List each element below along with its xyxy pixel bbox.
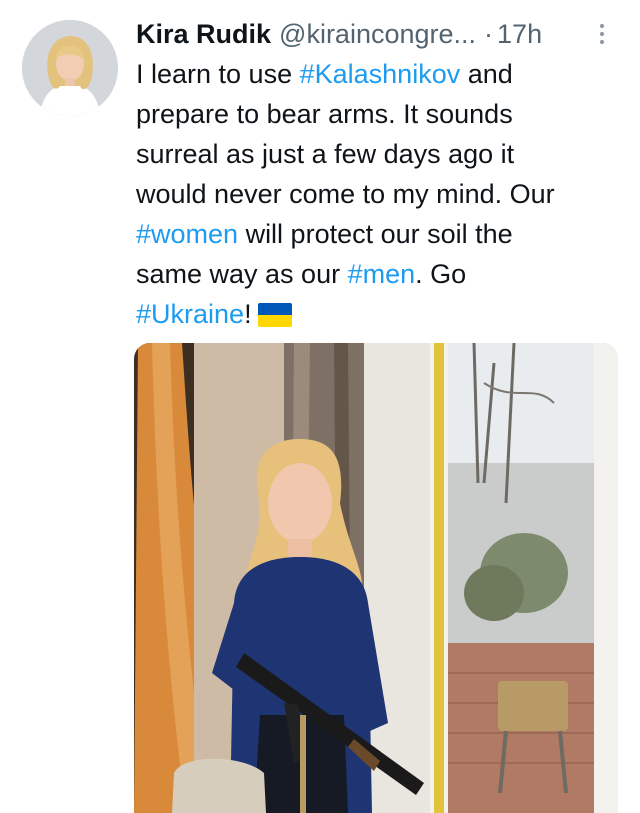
hashtag-link[interactable]: #women: [136, 219, 238, 249]
tweet-text-line: would never come to my mind. Our: [136, 174, 606, 214]
tweet-text-line: surreal as just a few days ago it: [136, 134, 606, 174]
tweet-text-line: #women will protect our soil the: [136, 214, 606, 254]
tweet-text-line: prepare to bear arms. It sounds: [136, 94, 606, 134]
tweet-text-segment: . Go: [415, 259, 467, 289]
hashtag-link[interactable]: #men: [348, 259, 416, 289]
avatar-image: [22, 20, 118, 116]
tweet-text-line: same way as our #men. Go: [136, 254, 606, 294]
tweet-text-line: #Ukraine!: [136, 294, 606, 334]
tweet-text-segment: surreal as just a few days ago it: [136, 139, 515, 169]
tweet-header: Kira Rudik @kiraincongre... · 17h: [136, 14, 616, 54]
tweet-text-segment: same way as our: [136, 259, 348, 289]
tweet-text-segment: and: [460, 59, 513, 89]
author-handle[interactable]: @kiraincongre...: [279, 19, 476, 50]
timestamp[interactable]: 17h: [497, 19, 542, 50]
author-name[interactable]: Kira Rudik: [136, 19, 271, 50]
tweet-text-segment: I learn to use: [136, 59, 300, 89]
tweet-text-segment: prepare to bear arms. It sounds: [136, 99, 513, 129]
photo-image: [134, 343, 618, 813]
tweet-photo[interactable]: [134, 343, 618, 813]
tweet-text: I learn to use #Kalashnikov and prepare t…: [136, 54, 606, 334]
tweet-text-line: I learn to use #Kalashnikov and: [136, 54, 606, 94]
tweet-text-segment: will protect our soil the: [238, 219, 513, 249]
tweet-text-segment: !: [244, 299, 252, 329]
more-vertical-icon[interactable]: [588, 18, 616, 50]
separator-dot: ·: [484, 18, 494, 49]
hashtag-link[interactable]: #Ukraine: [136, 299, 244, 329]
avatar[interactable]: [22, 20, 118, 116]
ukraine-flag-icon: [257, 303, 292, 327]
hashtag-link[interactable]: #Kalashnikov: [300, 59, 461, 89]
tweet-text-segment: would never come to my mind. Our: [136, 179, 555, 209]
